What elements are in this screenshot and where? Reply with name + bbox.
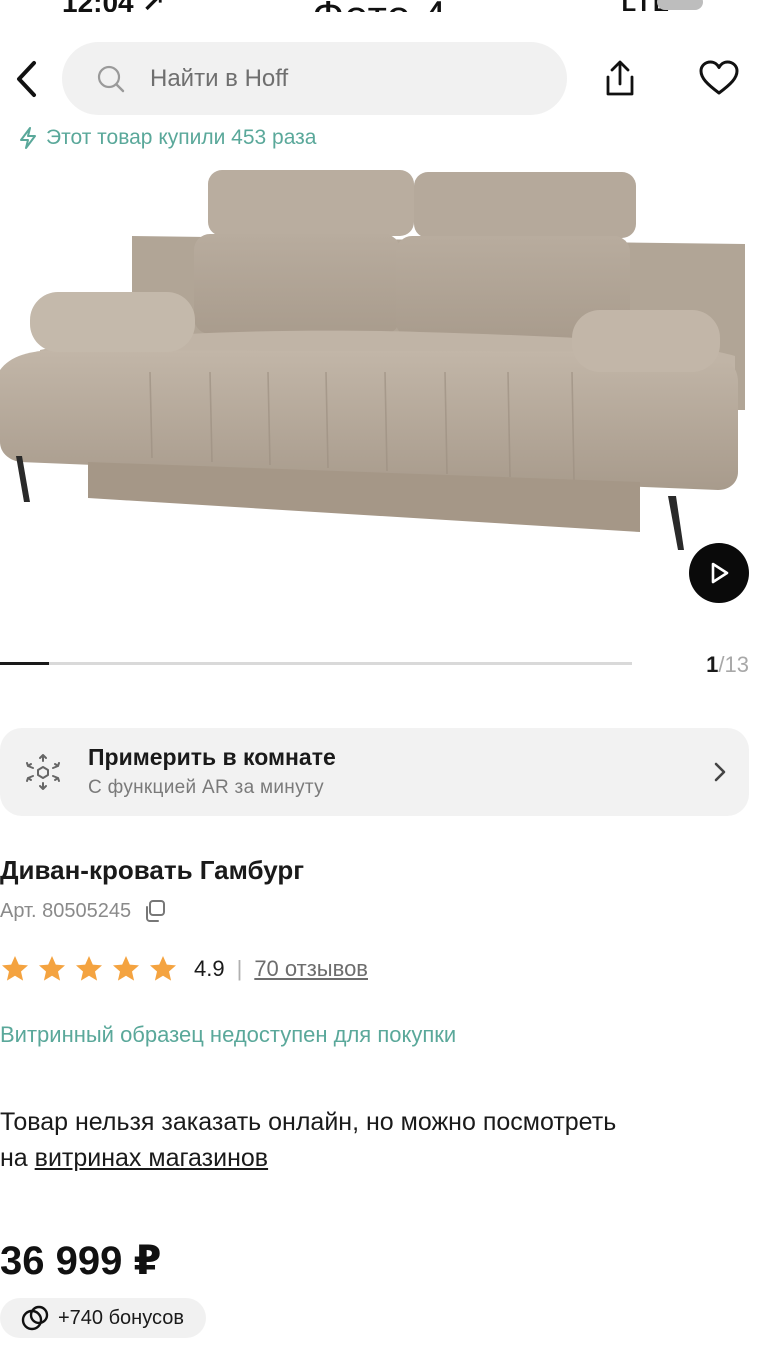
star-icon xyxy=(76,956,102,981)
sku-row: Арт. 80505245 xyxy=(0,898,167,924)
play-video-button[interactable] xyxy=(689,543,749,603)
ar-try-button[interactable]: Примерить в комнате С функцией AR за мин… xyxy=(0,728,749,816)
gallery-current: 1 xyxy=(706,652,719,677)
photo-label: Фото 4 xyxy=(0,0,759,12)
lightning-icon xyxy=(20,127,36,149)
store-showcases-link[interactable]: витринах магазинов xyxy=(35,1144,268,1172)
star-icon xyxy=(39,956,65,981)
product-price: 36 999 ₽ xyxy=(0,1239,162,1283)
gallery-total: 13 xyxy=(724,652,749,677)
chevron-right-icon xyxy=(714,762,726,782)
bonus-badge[interactable]: +740 бонусов xyxy=(0,1298,206,1338)
bonus-icon xyxy=(21,1305,49,1331)
bonus-text: +740 бонусов xyxy=(58,1306,184,1329)
rating-row: 4.9 | 70 отзывов xyxy=(0,952,368,986)
order-note: Товар нельзя заказать онлайн, но можно п… xyxy=(0,1104,640,1176)
favorite-button[interactable] xyxy=(697,57,741,101)
heart-icon xyxy=(699,60,739,95)
rating-value: 4.9 xyxy=(194,956,225,981)
gallery-progress-fill xyxy=(0,662,49,665)
sku-text: Арт. 80505245 xyxy=(0,899,132,922)
ar-subtitle: С функцией AR за минуту xyxy=(88,777,324,798)
search-icon xyxy=(97,65,125,93)
share-icon xyxy=(606,60,634,96)
play-icon xyxy=(711,562,729,584)
rating-separator: | xyxy=(236,956,243,981)
reviews-link[interactable]: 70 отзывов xyxy=(254,956,368,982)
back-arrow-icon xyxy=(17,61,36,97)
product-gallery[interactable] xyxy=(0,160,759,620)
star-icon xyxy=(113,956,139,981)
back-button[interactable] xyxy=(6,56,46,102)
star-icon xyxy=(150,956,176,981)
top-bar xyxy=(0,42,759,116)
star-icon xyxy=(2,956,28,981)
popularity-label: Этот товар купили 453 раза xyxy=(18,126,316,150)
search-box[interactable] xyxy=(62,42,567,115)
product-image xyxy=(0,170,745,550)
showcase-note: Витринный образец недоступен для покупки xyxy=(0,1022,457,1047)
copy-icon[interactable] xyxy=(141,898,167,924)
ar-title: Примерить в комнате xyxy=(88,744,336,770)
ar-move-icon xyxy=(26,754,60,790)
gallery-progress xyxy=(0,662,632,665)
share-button[interactable] xyxy=(598,57,642,101)
status-bar: 12:04 ↗ LTE Фото 4 xyxy=(0,0,759,12)
product-title: Диван-кровать Гамбург xyxy=(0,855,305,885)
search-input[interactable] xyxy=(150,42,540,115)
rating-stars xyxy=(0,954,178,984)
bought-count-text: Этот товар купили 453 раза xyxy=(46,126,317,149)
gallery-counter: 1/13 xyxy=(706,652,749,678)
